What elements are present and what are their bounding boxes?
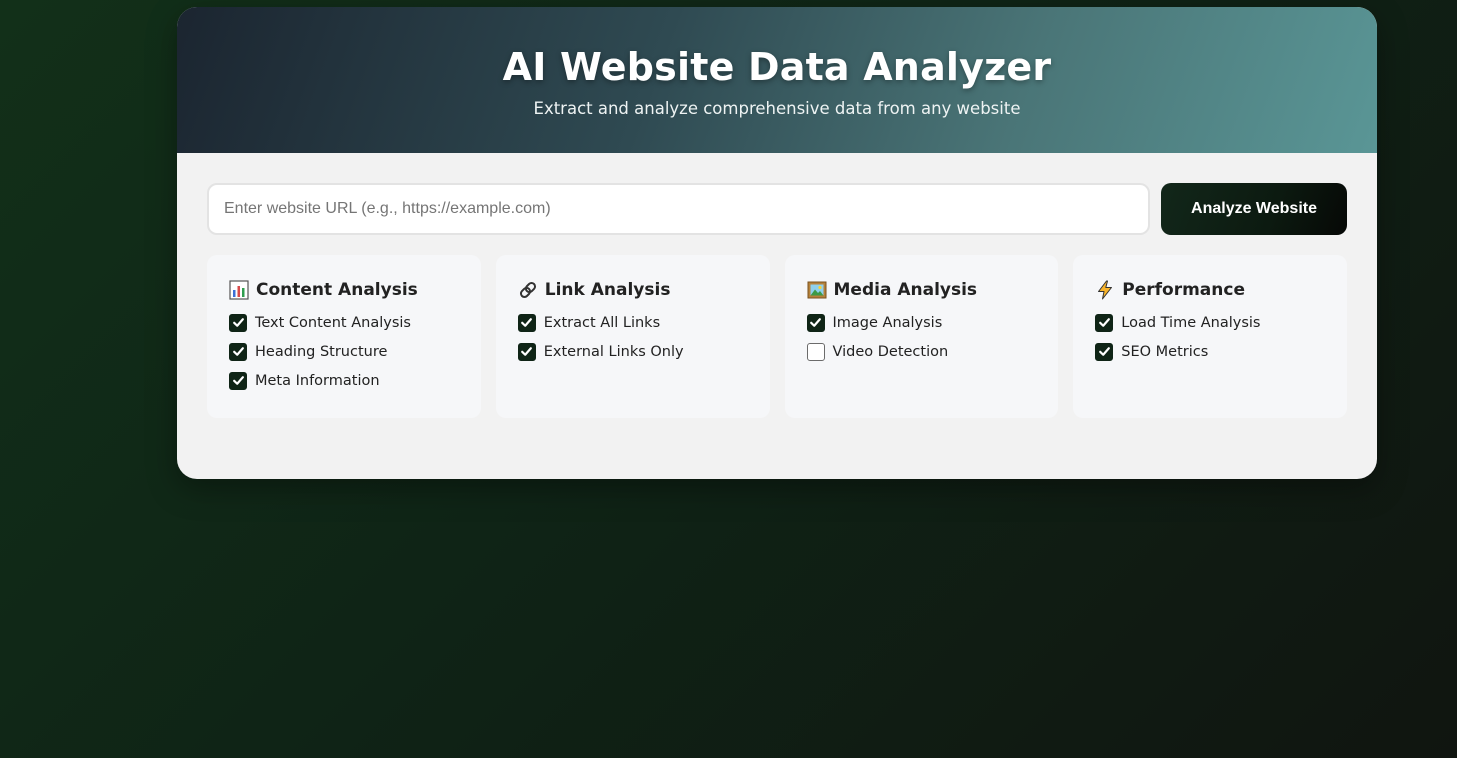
- analyzer-card: AI Website Data Analyzer Extract and ana…: [177, 7, 1377, 479]
- option-card-media-analysis: Media Analysis Image Analysis Video Dete…: [784, 255, 1059, 418]
- checkbox-label: Image Analysis: [832, 314, 943, 331]
- checkbox-label: SEO Metrics: [1121, 343, 1209, 360]
- bar-chart-icon: [229, 279, 249, 300]
- checkbox-checked[interactable]: [517, 342, 536, 361]
- checkbox-label: Meta Information: [255, 372, 380, 389]
- url-input[interactable]: [207, 183, 1150, 235]
- checkbox-checked[interactable]: [517, 313, 536, 332]
- checkbox-extract-all-links[interactable]: Extract All Links: [517, 308, 748, 337]
- option-card-performance: Performance Load Time Analysis SEO Metri…: [1073, 255, 1347, 418]
- checkbox-load-time-analysis[interactable]: Load Time Analysis: [1095, 308, 1325, 337]
- checkbox-label: Text Content Analysis: [255, 314, 411, 331]
- checkbox-heading-structure[interactable]: Heading Structure: [229, 337, 459, 366]
- checkbox-text-content-analysis[interactable]: Text Content Analysis: [229, 308, 459, 337]
- option-title-label: Performance: [1122, 279, 1245, 300]
- page-title: AI Website Data Analyzer: [502, 45, 1052, 89]
- header-banner: AI Website Data Analyzer Extract and ana…: [177, 7, 1377, 153]
- checkbox-checked[interactable]: [806, 313, 825, 332]
- link-icon: [518, 280, 538, 300]
- option-title-label: Content Analysis: [256, 279, 418, 300]
- checkbox-checked[interactable]: [1095, 342, 1114, 361]
- search-row: Analyze Website: [207, 183, 1347, 235]
- checkbox-image-analysis[interactable]: Image Analysis: [806, 308, 1037, 337]
- checkbox-checked[interactable]: [229, 342, 247, 361]
- option-title: Link Analysis: [518, 277, 748, 302]
- option-title: Performance: [1095, 277, 1325, 302]
- checkbox-label: External Links Only: [543, 343, 684, 360]
- checkbox-label: Heading Structure: [255, 343, 388, 360]
- analysis-options: Content Analysis Text Content Analysis H…: [207, 255, 1347, 418]
- checkbox-label: Video Detection: [832, 343, 949, 360]
- checkbox-checked[interactable]: [229, 371, 247, 390]
- option-title: Media Analysis: [807, 277, 1037, 302]
- checkbox-label: Load Time Analysis: [1121, 314, 1261, 331]
- checkbox-unchecked[interactable]: [806, 342, 825, 361]
- page-subtitle: Extract and analyze comprehensive data f…: [533, 99, 1021, 118]
- checkbox-label: Extract All Links: [543, 314, 661, 331]
- checkbox-checked[interactable]: [1095, 313, 1114, 332]
- option-title-label: Media Analysis: [833, 279, 978, 300]
- checkbox-checked[interactable]: [229, 313, 247, 332]
- checkbox-video-detection[interactable]: Video Detection: [806, 337, 1037, 366]
- analyzer-body: Analyze Website Content Analysis: [177, 153, 1377, 418]
- lightning-icon: [1095, 280, 1115, 300]
- option-card-content-analysis: Content Analysis Text Content Analysis H…: [207, 255, 481, 418]
- checkbox-seo-metrics[interactable]: SEO Metrics: [1095, 337, 1325, 366]
- checkbox-meta-information[interactable]: Meta Information: [229, 366, 459, 395]
- checkbox-external-links-only[interactable]: External Links Only: [517, 337, 748, 366]
- option-title-label: Link Analysis: [544, 279, 671, 300]
- framed-picture-icon: [807, 280, 827, 300]
- option-title: Content Analysis: [229, 277, 459, 302]
- option-card-link-analysis: Link Analysis Extract All Links External…: [495, 255, 770, 418]
- analyze-website-button[interactable]: Analyze Website: [1161, 183, 1347, 235]
